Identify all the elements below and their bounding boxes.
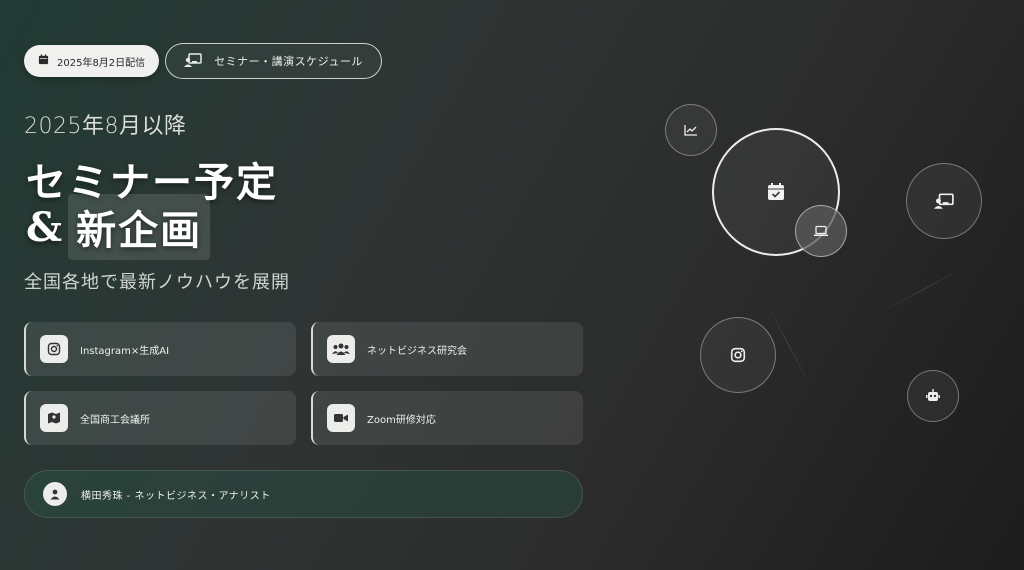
calendar-icon [38, 54, 49, 68]
hero-tagline: 全国各地で最新ノウハウを展開 [24, 272, 290, 293]
feature-card-research[interactable]: ネットビジネス研究会 [311, 322, 583, 376]
schedule-button[interactable]: セミナー・講演スケジュール [165, 43, 382, 79]
hero-subhead: 2025年8月以降 [24, 114, 187, 139]
user-icon [43, 482, 67, 506]
laptop-icon [795, 205, 847, 257]
title-ampersand: & [26, 203, 63, 251]
date-badge: 2025年8月2日配信 [24, 45, 160, 77]
chart-line-icon [665, 104, 717, 156]
feature-card-label: 全国商工会議所 [80, 414, 150, 426]
feature-card-instagram[interactable]: Instagram×生成AI [24, 322, 296, 376]
author-bar: 横田秀珠 - ネットビジネス・アナリスト [24, 470, 583, 518]
instagram-icon [700, 317, 776, 393]
map-icon [40, 404, 68, 432]
author-label: 横田秀珠 - ネットビジネス・アナリスト [81, 490, 271, 502]
connector-line [879, 267, 965, 313]
users-icon [327, 335, 355, 363]
feature-card-label: Instagram×生成AI [80, 345, 170, 357]
schedule-button-label: セミナー・講演スケジュール [214, 55, 363, 68]
presentation-icon [184, 52, 202, 70]
title-highlight: 新企画 [68, 194, 211, 260]
video-icon [327, 404, 355, 432]
instagram-icon [40, 335, 68, 363]
badge-row: 2025年8月2日配信 セミナー・講演スケジュール [24, 43, 382, 79]
robot-icon [907, 370, 959, 422]
feature-card-zoom[interactable]: Zoom研修対応 [311, 391, 583, 445]
feature-card-label: ネットビジネス研究会 [367, 345, 467, 357]
presentation-icon [906, 163, 982, 239]
date-badge-label: 2025年8月2日配信 [57, 57, 146, 69]
feature-card-chamber[interactable]: 全国商工会議所 [24, 391, 296, 445]
hero-title-line2: & 新企画 [26, 194, 211, 260]
feature-card-label: Zoom研修対応 [367, 414, 436, 426]
